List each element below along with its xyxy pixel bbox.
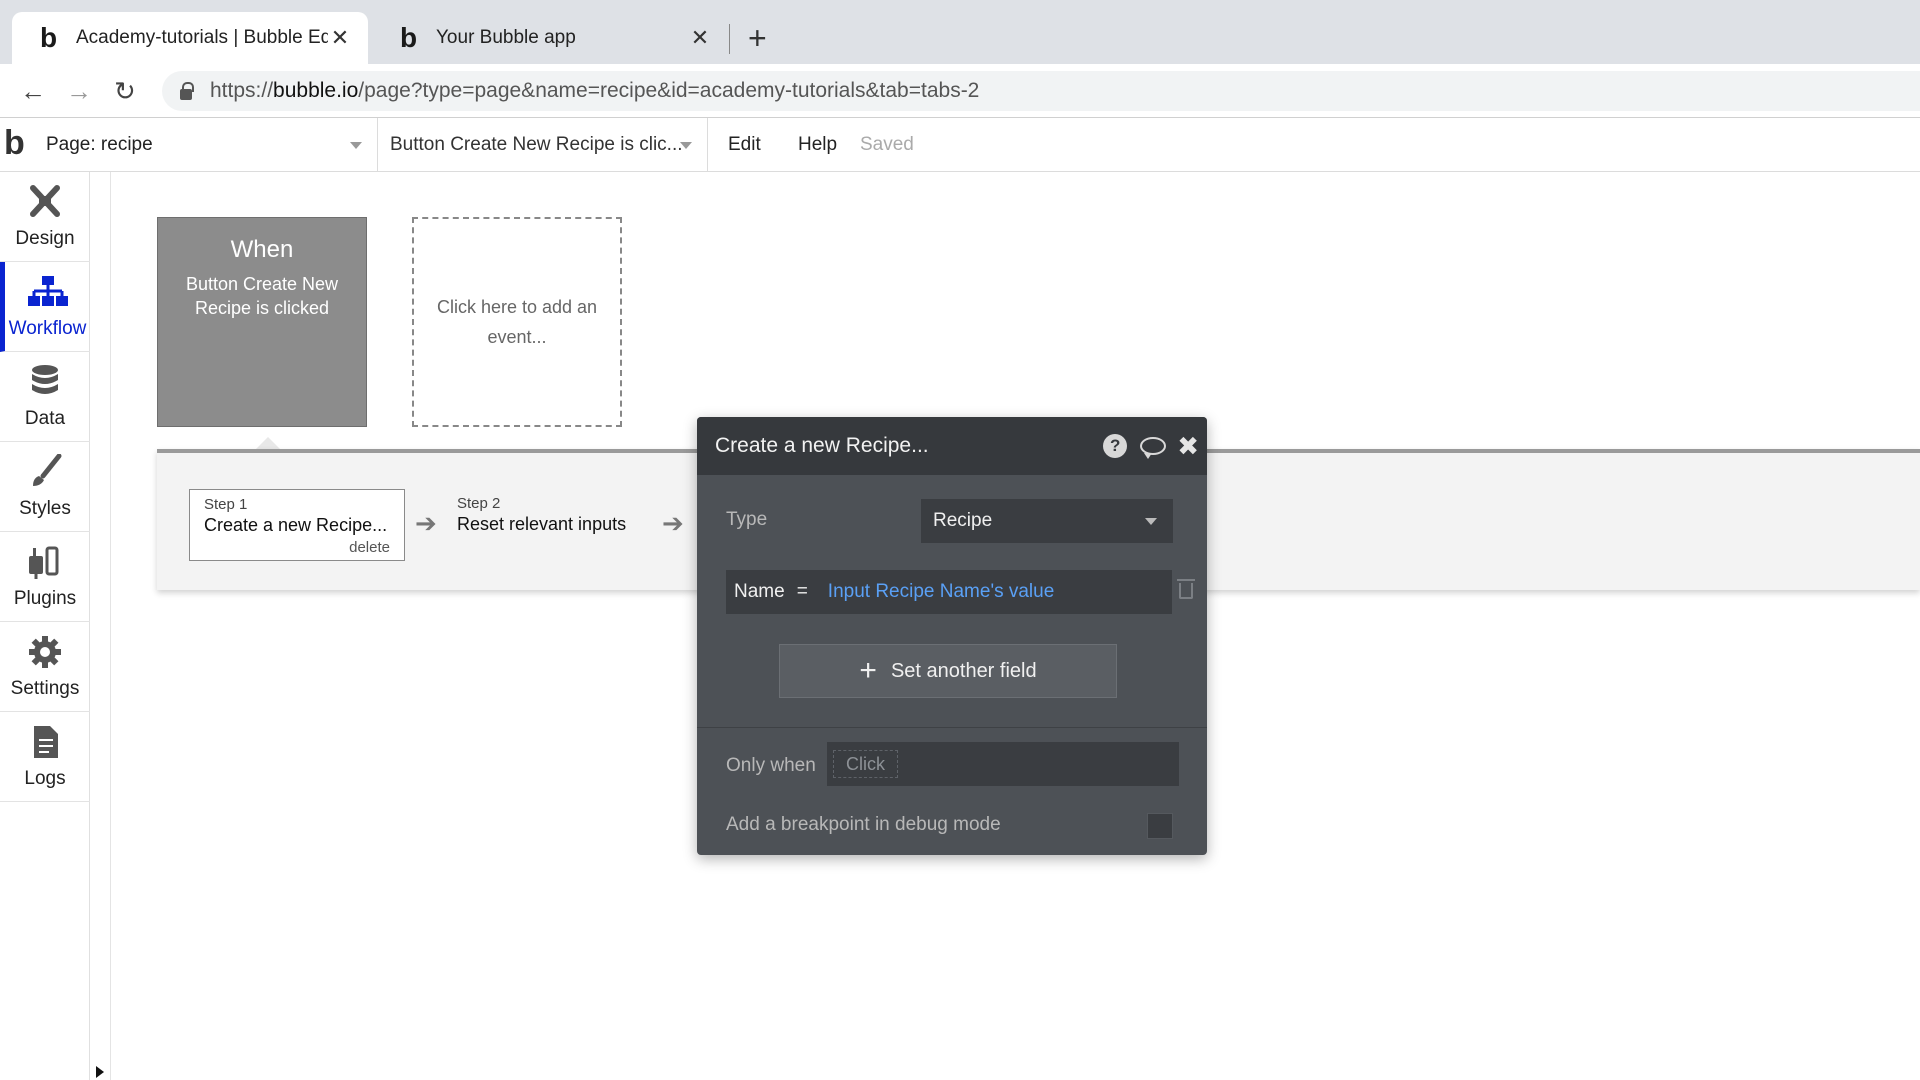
database-icon: [32, 364, 58, 394]
caret-right-icon[interactable]: [96, 1066, 104, 1078]
bubble-logo-icon[interactable]: b: [4, 124, 25, 163]
field-expression[interactable]: Input Recipe Name's value: [828, 581, 1054, 603]
canvas-divider: [110, 172, 111, 1080]
editor-sidebar: Design Workflow Data Styles Plugins Sett…: [0, 172, 104, 1080]
bubble-favicon-icon: b: [40, 22, 58, 53]
menu-edit[interactable]: Edit: [728, 134, 761, 156]
browser-tab-app[interactable]: b Your Bubble app ✕: [372, 12, 728, 64]
browser-tab-editor[interactable]: b Academy-tutorials | Bubble Editor ✕: [12, 12, 368, 64]
page-selector[interactable]: Page: recipe: [38, 118, 378, 172]
url-input[interactable]: https://bubble.io/page?type=page&name=re…: [162, 71, 1920, 111]
arrow-right-icon: ➔: [415, 508, 437, 538]
event-card[interactable]: When Button Create New Recipe is clicked: [157, 217, 367, 427]
forward-arrow-icon[interactable]: →: [66, 76, 92, 106]
new-tab-icon[interactable]: +: [748, 20, 767, 56]
chevron-down-icon: [1145, 518, 1157, 525]
sidebar-label: Plugins: [13, 587, 77, 609]
document-icon: [34, 725, 58, 758]
type-dropdown[interactable]: Recipe: [921, 499, 1173, 543]
sidebar-label: Design: [15, 227, 75, 249]
sidebar-label: Data: [24, 407, 66, 429]
trash-icon[interactable]: [1177, 579, 1195, 599]
close-icon[interactable]: ✖: [1177, 431, 1199, 462]
sidebar-label: Workflow: [8, 317, 87, 339]
breakpoint-checkbox[interactable]: [1147, 813, 1173, 839]
type-label: Type: [726, 509, 768, 530]
sidebar-label: Settings: [10, 677, 80, 699]
workflow-icon: [27, 275, 68, 306]
help-icon[interactable]: ?: [1101, 432, 1129, 460]
sidebar-item-settings[interactable]: Settings: [0, 622, 90, 712]
field-name: Name: [734, 581, 785, 602]
set-another-field-button[interactable]: + Set another field: [779, 644, 1117, 698]
event-selector-label: Button Create New Recipe is clic...: [390, 134, 683, 155]
menu-help[interactable]: Help: [798, 134, 837, 156]
sidebar-item-plugins[interactable]: Plugins: [0, 532, 90, 622]
only-when-label: Only when: [726, 755, 816, 776]
event-pointer: [256, 437, 280, 449]
arrow-right-icon: ➔: [662, 508, 684, 538]
reload-icon[interactable]: ↻: [114, 76, 136, 106]
action-editor-dialog: Create a new Recipe... ? ✖ Type Recipe N…: [697, 417, 1207, 855]
breakpoint-label: Add a breakpoint in debug mode: [726, 814, 1001, 835]
chevron-down-icon: [350, 142, 362, 149]
tab-title: Academy-tutorials | Bubble Editor: [76, 27, 328, 48]
address-bar: ← → ↻ https://bubble.io/page?type=page&n…: [0, 64, 1920, 118]
add-event-label: Click here to add an event...: [436, 297, 598, 347]
back-arrow-icon[interactable]: ←: [20, 76, 46, 106]
dialog-header: Create a new Recipe... ? ✖: [697, 417, 1207, 475]
dialog-divider: [697, 727, 1207, 728]
event-selector[interactable]: Button Create New Recipe is clic...: [378, 118, 708, 172]
gear-icon: [29, 635, 61, 668]
only-when-placeholder: Click: [833, 750, 898, 778]
type-value: Recipe: [933, 510, 993, 531]
plus-icon: +: [859, 654, 877, 687]
step-name: Reset relevant inputs: [457, 514, 627, 534]
field-equals: =: [796, 581, 808, 602]
type-row: Type Recipe: [726, 499, 1181, 543]
step-number: Step 1: [204, 496, 248, 513]
close-tab-icon[interactable]: ✕: [688, 25, 712, 51]
url-text: https://bubble.io/page?type=page&name=re…: [210, 79, 980, 102]
set-another-field-label: Set another field: [890, 659, 1037, 682]
sidebar-label: Logs: [24, 767, 66, 789]
delete-step-link[interactable]: delete: [349, 539, 390, 556]
lock-icon: [180, 81, 194, 100]
step-name: Create a new Recipe...: [204, 515, 388, 535]
sidebar-item-data[interactable]: Data: [0, 352, 90, 442]
editor-top-bar: b Page: recipe Button Create New Recipe …: [0, 118, 1920, 172]
sidebar-item-workflow[interactable]: Workflow: [0, 262, 90, 352]
close-tab-icon[interactable]: ✕: [328, 25, 352, 51]
step-card-1[interactable]: Step 1 Create a new Recipe... delete: [189, 489, 405, 561]
browser-tab-strip: b Academy-tutorials | Bubble Editor ✕ b …: [0, 0, 1920, 64]
sidebar-item-styles[interactable]: Styles: [0, 442, 90, 532]
design-icon: [30, 184, 60, 217]
page-selector-label: Page: recipe: [46, 134, 153, 155]
save-status: Saved: [860, 134, 914, 155]
tab-separator: [729, 24, 730, 54]
step-card-2[interactable]: Step 2 Reset relevant inputs: [443, 489, 663, 561]
dialog-title: Create a new Recipe...: [715, 434, 929, 457]
sidebar-item-design[interactable]: Design: [0, 172, 90, 262]
sidebar-item-logs[interactable]: Logs: [0, 712, 90, 802]
tab-title: Your Bubble app: [436, 27, 576, 48]
event-description: Button Create New Recipe is clicked: [185, 274, 339, 318]
field-assignment-row[interactable]: Name = Input Recipe Name's value: [726, 570, 1172, 614]
brush-icon: [33, 453, 62, 486]
step-number: Step 2: [457, 495, 501, 512]
event-when-label: When: [230, 236, 294, 263]
comment-icon[interactable]: [1139, 432, 1167, 460]
only-when-input[interactable]: Click: [827, 742, 1179, 786]
sidebar-label: Styles: [19, 497, 71, 519]
chevron-down-icon: [680, 142, 692, 149]
add-event-button[interactable]: Click here to add an event...: [412, 217, 622, 427]
bubble-favicon-icon: b: [400, 22, 418, 53]
plug-icon: [29, 546, 59, 579]
